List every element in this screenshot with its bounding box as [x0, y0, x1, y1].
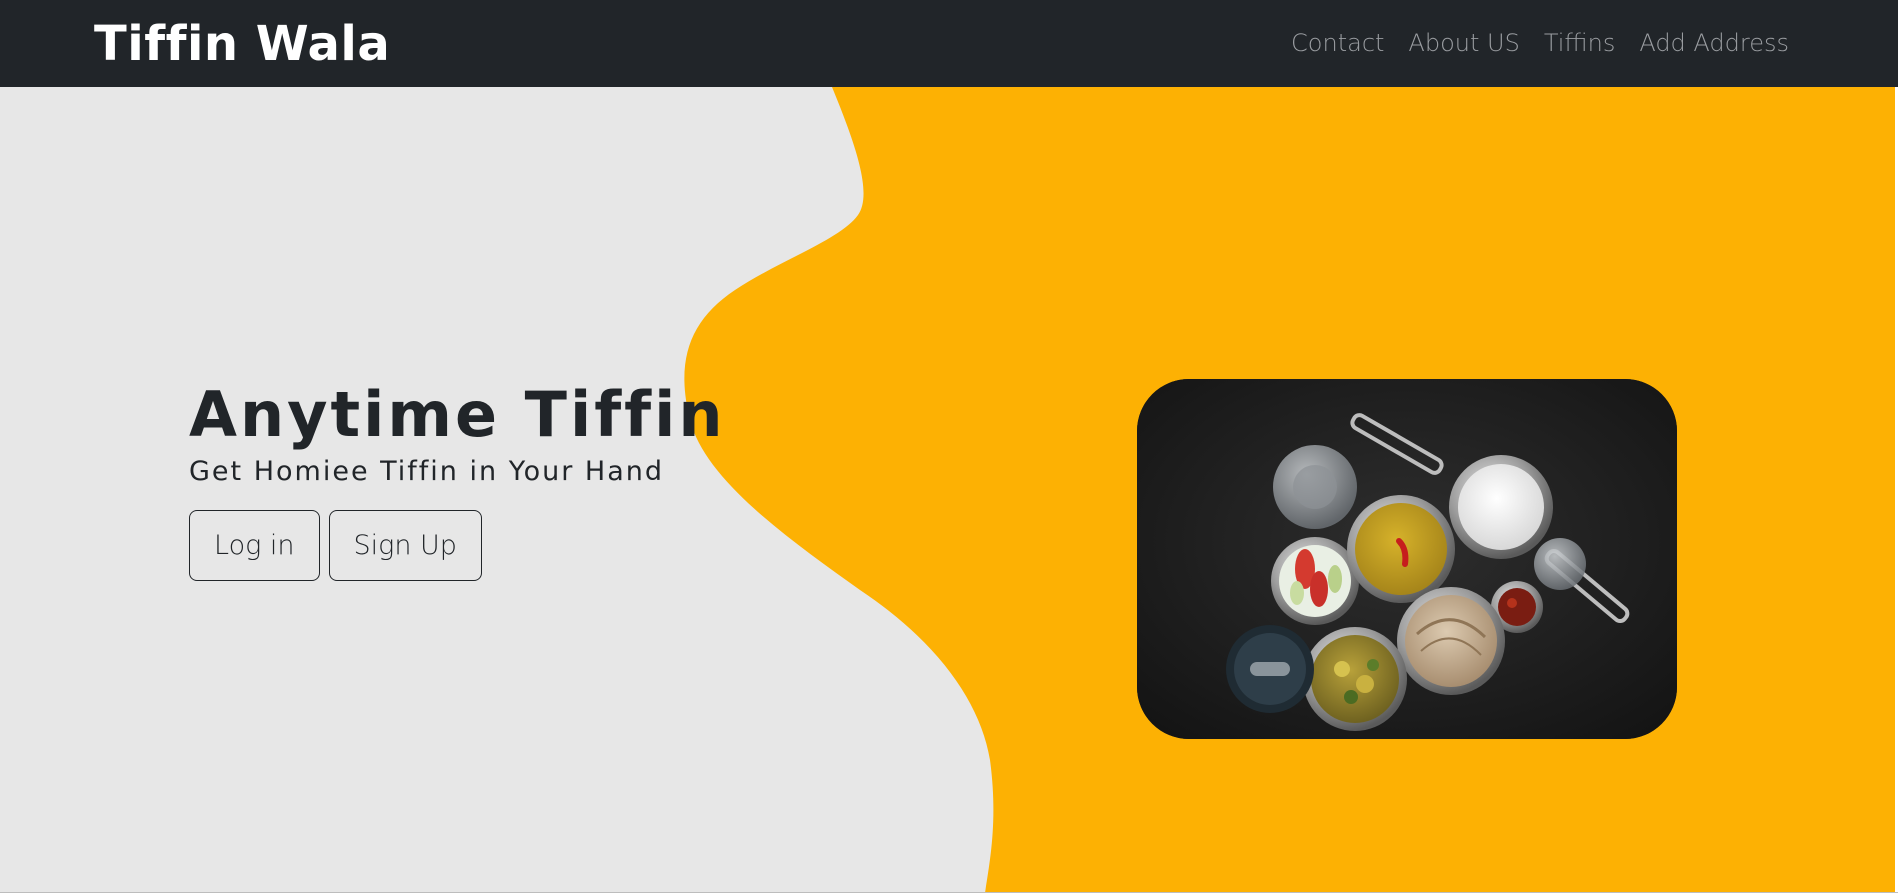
nav-link-about-us[interactable]: About US	[1408, 26, 1519, 60]
hero-text-block: Anytime Tiffin Get Homiee Tiffin in Your…	[189, 380, 726, 581]
top-navbar: Tiffin Wala Contact About US Tiffins Add…	[0, 0, 1898, 87]
login-button[interactable]: Log in	[189, 510, 320, 581]
nav-links: Contact About US Tiffins Add Address	[1291, 26, 1789, 60]
nav-link-tiffins[interactable]: Tiffins	[1544, 26, 1616, 60]
nav-link-add-address[interactable]: Add Address	[1639, 26, 1789, 60]
tiffin-thali-photo-icon	[1137, 379, 1677, 739]
hero-buttons: Log in Sign Up	[189, 510, 726, 581]
signup-button[interactable]: Sign Up	[328, 510, 482, 581]
hero-title: Anytime Tiffin	[189, 378, 726, 451]
nav-link-contact[interactable]: Contact	[1291, 26, 1384, 60]
brand-logo[interactable]: Tiffin Wala	[94, 14, 390, 74]
hero-subtitle: Get Homiee Tiffin in Your Hand	[189, 456, 665, 487]
landing-page: Tiffin Wala Contact About US Tiffins Add…	[0, 0, 1898, 893]
tiffin-food-image	[1137, 379, 1677, 739]
